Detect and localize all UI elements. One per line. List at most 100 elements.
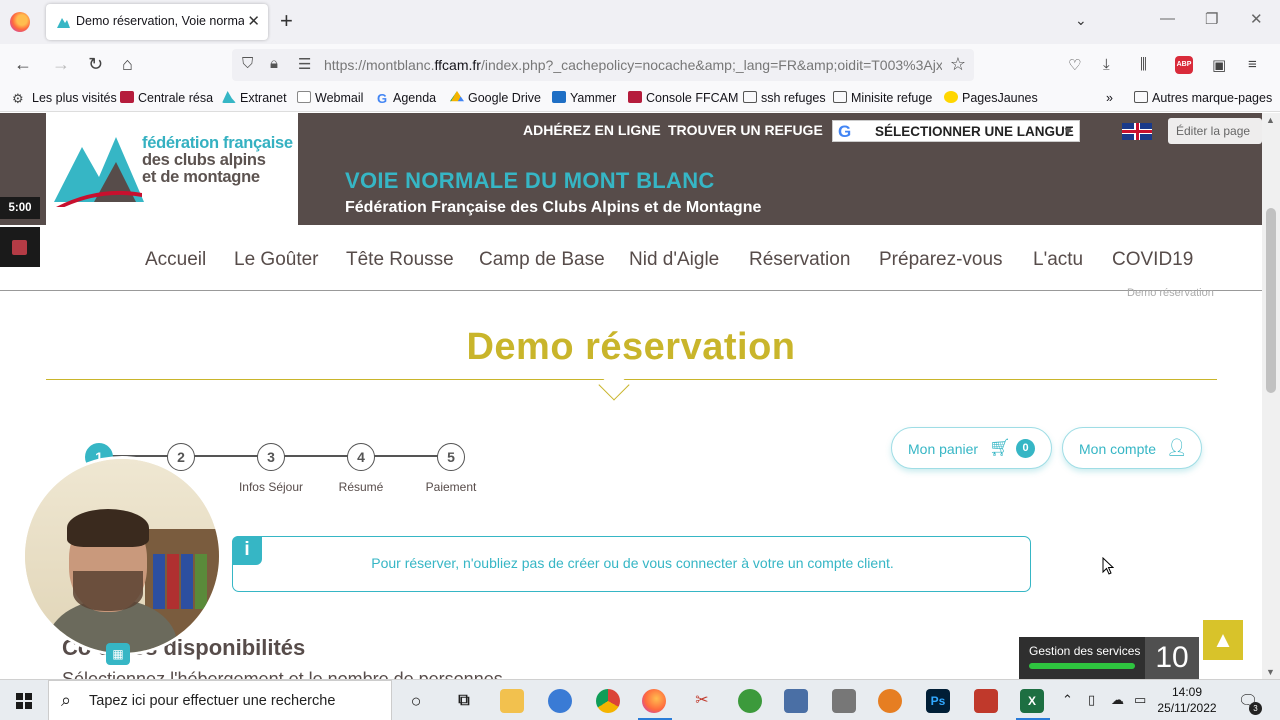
teams-meeting-icon[interactable] — [548, 689, 572, 713]
back-to-top-button[interactable]: ▲ — [1203, 620, 1243, 660]
search-icon: ⌕ — [61, 690, 72, 710]
ffcam-logo[interactable]: fédération française des clubs alpins et… — [46, 113, 298, 225]
pocket-icon[interactable]: ♡ — [1068, 56, 1081, 74]
firefox-menu-icon[interactable] — [10, 12, 30, 32]
list-tabs-chevron-icon[interactable]: ⌄ — [1075, 12, 1087, 29]
cart-icon: 🛒︎ — [989, 438, 1011, 457]
services-progress-bar — [1029, 663, 1135, 669]
tray-battery-icon[interactable]: ▭ — [1134, 692, 1146, 708]
lock-icon[interactable]: 🔒︎ — [270, 55, 278, 72]
site-title: VOIE NORMALE DU MONT BLANC — [345, 168, 715, 193]
shield-icon[interactable]: ⛉ — [242, 55, 253, 72]
remote-desktop-icon[interactable] — [784, 689, 808, 713]
taskbar-clock[interactable]: 14:09 25/11/2022 — [1152, 684, 1222, 716]
bookmark-star-icon[interactable]: ☆ — [950, 54, 966, 75]
downloads-icon[interactable]: ⤓ — [1103, 56, 1110, 73]
language-select[interactable]: G SÉLECTIONNER UNE LANGUE ▼ — [832, 120, 1080, 142]
bookmark-item[interactable]: Webmail — [297, 91, 363, 105]
nav-item-accueil[interactable]: Accueil — [145, 249, 206, 271]
clock-time: 14:09 — [1171, 685, 1203, 699]
pdf-app-icon[interactable] — [974, 689, 998, 713]
uk-flag-icon[interactable] — [1122, 123, 1152, 140]
account-button[interactable]: Mon compte 👤︎ — [1062, 427, 1202, 469]
close-window-icon[interactable]: ✕ — [1250, 10, 1263, 28]
new-tab-icon[interactable]: + — [280, 10, 293, 32]
breadcrumb[interactable]: Demo réservation — [1127, 287, 1214, 299]
file-explorer-icon[interactable] — [500, 689, 524, 713]
photoshop-icon[interactable]: Ps — [926, 689, 950, 713]
security-app-icon[interactable] — [832, 689, 856, 713]
restore-icon[interactable]: ❐ — [1205, 10, 1218, 28]
nav-item-tete-rousse[interactable]: Tête Rousse — [346, 249, 454, 271]
chrome-icon[interactable] — [596, 689, 620, 713]
tab-close-icon[interactable]: ✕ — [247, 12, 260, 30]
nav-item-preparez-vous[interactable]: Préparez-vous — [879, 249, 1003, 271]
google-icon: G — [838, 122, 852, 141]
bookmark-item[interactable]: Console FFCAM — [628, 91, 738, 105]
step-5-label: Paiement — [425, 480, 477, 494]
nav-item-covid19[interactable]: COVID19 — [1112, 249, 1193, 271]
vpn-app-icon[interactable] — [878, 689, 902, 713]
browser-tab-active[interactable]: Demo réservation, Voie normale du Mont B… — [46, 4, 268, 40]
find-refuge-link[interactable]: TROUVER UN REFUGE — [668, 122, 823, 138]
cart-button[interactable]: Mon panier 🛒︎ 0 — [891, 427, 1052, 469]
user-icon: 👤︎ — [1166, 438, 1188, 457]
nav-item-camp-de-base[interactable]: Camp de Base — [479, 249, 605, 271]
taskbar-search-placeholder: Tapez ici pour effectuer une recherche — [89, 693, 336, 709]
more-bookmarks-chevron-icon[interactable]: » — [1106, 91, 1113, 105]
step-5[interactable]: 5 — [437, 443, 465, 471]
extension-icon[interactable]: ▣ — [1212, 56, 1226, 74]
reload-icon[interactable]: ↻ — [88, 53, 103, 75]
other-bookmarks-folder[interactable]: Autres marque-pages — [1134, 91, 1272, 105]
step-3[interactable]: 3 — [257, 443, 285, 471]
nav-item-le-gouter[interactable]: Le Goûter — [234, 249, 319, 271]
app-menu-icon[interactable]: ≡ — [1248, 56, 1257, 73]
bookmark-folder[interactable]: Minisite refuge — [833, 91, 932, 105]
url-bar[interactable]: ⛉ 🔒︎ ☰ https://montblanc.ffcam.fr/index.… — [232, 49, 974, 81]
services-progress-fill — [1029, 663, 1135, 669]
show-hidden-icons-icon[interactable]: ⌃ — [1062, 692, 1073, 708]
bookmark-item[interactable]: PagesJaunes — [944, 91, 1038, 105]
step-4[interactable]: 4 — [347, 443, 375, 471]
bookmark-item[interactable]: Yammer — [552, 91, 616, 105]
green-app-icon[interactable] — [738, 689, 762, 713]
bookmark-item[interactable]: Extranet — [222, 91, 287, 105]
scrollbar-thumb[interactable] — [1266, 208, 1276, 393]
join-online-link[interactable]: ADHÉREZ EN LIGNE — [523, 122, 661, 138]
firefox-icon[interactable] — [642, 689, 666, 713]
nav-item-lactu[interactable]: L'actu — [1033, 249, 1083, 271]
scroll-up-icon[interactable]: ▲ — [1266, 115, 1275, 125]
home-icon[interactable]: ⌂ — [122, 53, 133, 75]
bookmark-item[interactable]: G Agenda — [377, 91, 436, 106]
back-icon[interactable]: ← — [14, 53, 32, 75]
scroll-down-icon[interactable]: ▼ — [1266, 667, 1275, 677]
tray-device-icon[interactable]: ▯ — [1088, 692, 1095, 708]
bookmark-folder[interactable]: ssh refuges — [743, 91, 826, 105]
webcam-overlay[interactable] — [22, 456, 222, 656]
nav-item-nid-daigle[interactable]: Nid d'Aigle — [629, 249, 719, 271]
stop-recording-button[interactable] — [0, 227, 40, 267]
adblock-plus-icon[interactable]: ABP — [1175, 56, 1193, 74]
services-manager-panel[interactable]: Gestion des services — [1019, 637, 1145, 679]
minimize-icon[interactable]: — — [1160, 10, 1175, 27]
library-icon[interactable]: ⫼ — [1140, 56, 1147, 73]
tray-network-icon[interactable]: ☁ — [1111, 692, 1124, 708]
forward-icon[interactable]: → — [52, 53, 70, 75]
task-view-icon[interactable]: ⧉ — [452, 689, 476, 713]
windows-start-icon[interactable] — [16, 693, 32, 709]
cortana-icon[interactable]: ○ — [404, 689, 428, 713]
permissions-icon[interactable]: ☰ — [298, 55, 311, 73]
url-text[interactable]: https://montblanc.ffcam.fr/index.php?_ca… — [324, 57, 942, 73]
snipping-tool-icon[interactable]: ✂ — [690, 689, 714, 713]
edit-page-button[interactable]: Éditer la page — [1168, 118, 1262, 144]
webcam-settings-icon[interactable]: ▦ — [106, 643, 130, 665]
taskbar-search[interactable]: ⌕ Tapez ici pour effectuer une recherche — [48, 680, 392, 720]
nav-item-reservation[interactable]: Réservation — [749, 249, 850, 271]
services-count[interactable]: 10 — [1145, 637, 1199, 679]
bookmark-item[interactable]: Google Drive — [450, 91, 541, 105]
page-scrollbar[interactable]: ▲ ▼ — [1262, 113, 1280, 679]
bookmark-item[interactable]: ⚙︎ Les plus visités — [12, 91, 117, 106]
excel-icon[interactable]: X — [1020, 689, 1044, 713]
bookmark-item[interactable]: Centrale résa — [120, 91, 213, 105]
tab-title: Demo réservation, Voie normale du Mont B… — [76, 14, 244, 28]
